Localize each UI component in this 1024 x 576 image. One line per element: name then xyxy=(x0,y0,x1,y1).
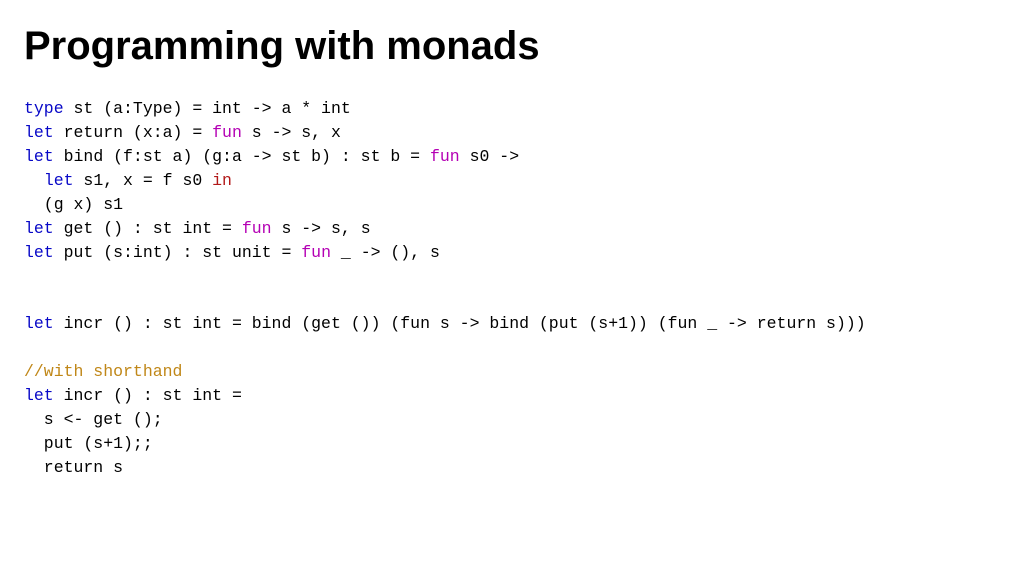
keyword-let: let xyxy=(24,123,54,142)
line-3: let bind (f:st a) (g:a -> st b) : st b =… xyxy=(24,147,519,166)
line-10: let incr () : st int = xyxy=(24,386,242,405)
code-text: _ -> (), s xyxy=(331,243,440,262)
line-13: return s xyxy=(24,458,123,477)
code-block: type st (a:Type) = int -> a * int let re… xyxy=(24,97,1000,480)
code-text: get () : st int = xyxy=(54,219,242,238)
line-11: s <- get (); xyxy=(24,410,163,429)
code-text: s -> s, x xyxy=(242,123,341,142)
keyword-let: let xyxy=(24,314,54,333)
slide-title: Programming with monads xyxy=(24,24,1000,69)
keyword-fun: fun xyxy=(242,219,272,238)
line-5: (g x) s1 xyxy=(24,195,123,214)
code-text: s0 -> xyxy=(460,147,519,166)
code-text: s1, x = f s0 xyxy=(74,171,213,190)
code-text xyxy=(24,171,44,190)
keyword-let: let xyxy=(24,386,54,405)
line-7: let put (s:int) : st unit = fun _ -> (),… xyxy=(24,243,440,262)
line-8: let incr () : st int = bind (get ()) (fu… xyxy=(24,314,866,333)
line-6: let get () : st int = fun s -> s, s xyxy=(24,219,371,238)
code-text: put (s:int) : st unit = xyxy=(54,243,302,262)
keyword-let: let xyxy=(24,219,54,238)
line-1: type st (a:Type) = int -> a * int xyxy=(24,99,351,118)
line-2: let return (x:a) = fun s -> s, x xyxy=(24,123,341,142)
keyword-let: let xyxy=(24,243,54,262)
keyword-let: let xyxy=(24,147,54,166)
keyword-in: in xyxy=(212,171,232,190)
line-9-comment: //with shorthand xyxy=(24,362,182,381)
keyword-type: type xyxy=(24,99,64,118)
keyword-let: let xyxy=(44,171,74,190)
code-text: bind (f:st a) (g:a -> st b) : st b = xyxy=(54,147,430,166)
code-text: incr () : st int = xyxy=(54,386,242,405)
code-text: s -> s, s xyxy=(272,219,371,238)
line-4: let s1, x = f s0 in xyxy=(24,171,232,190)
keyword-fun: fun xyxy=(212,123,242,142)
code-text: return (x:a) = xyxy=(54,123,212,142)
keyword-fun: fun xyxy=(430,147,460,166)
keyword-fun: fun xyxy=(301,243,331,262)
line-12: put (s+1);; xyxy=(24,434,153,453)
code-text: incr () : st int = bind (get ()) (fun s … xyxy=(54,314,866,333)
code-text: st (a:Type) = int -> a * int xyxy=(64,99,351,118)
